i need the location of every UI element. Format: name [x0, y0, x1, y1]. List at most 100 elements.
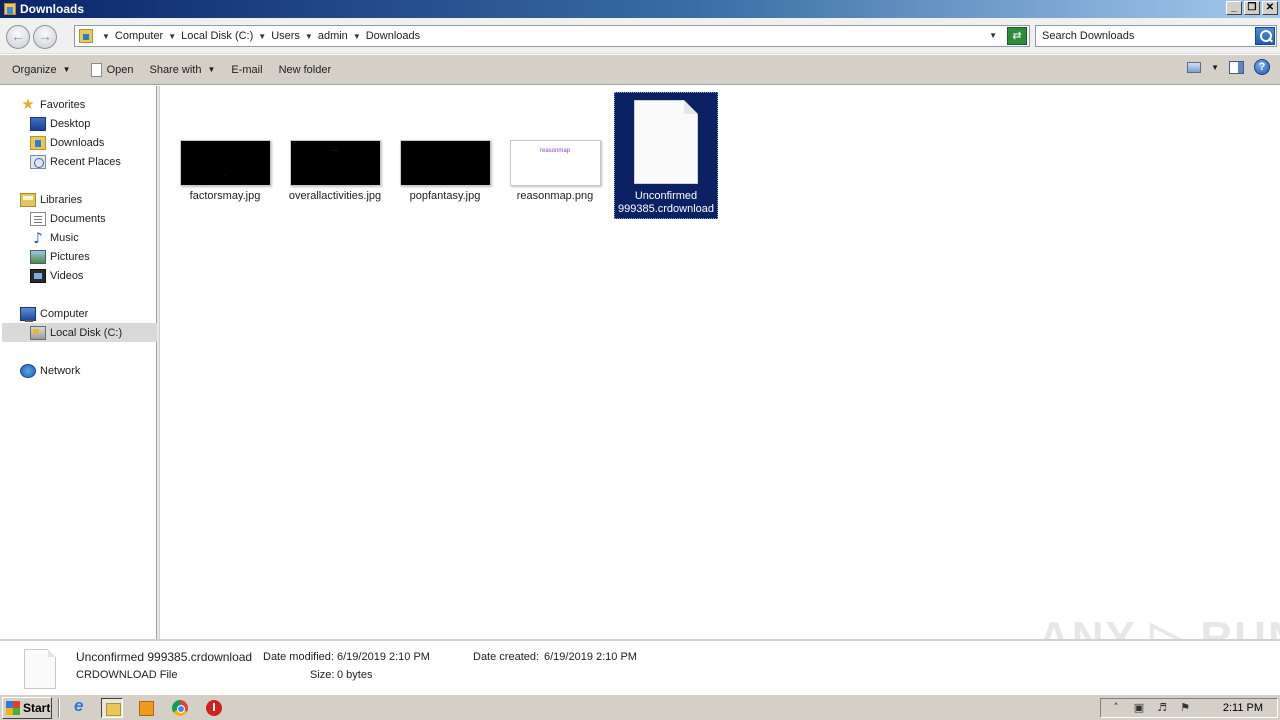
- start-label: Start: [23, 701, 51, 715]
- forward-button[interactable]: →: [33, 25, 57, 49]
- windows-logo-icon: [6, 701, 20, 715]
- close-button[interactable]: ✕: [1262, 1, 1278, 15]
- nav-videos[interactable]: Videos: [30, 266, 83, 285]
- nav-downloads[interactable]: Downloads: [30, 133, 104, 152]
- nav-label: Local Disk (C:): [50, 326, 123, 339]
- nav-label: Desktop: [50, 117, 91, 130]
- breadcrumb-users[interactable]: Users: [271, 30, 300, 42]
- network-tray-icon[interactable]: ▣: [1131, 701, 1147, 715]
- taskbar: Start ˄ ▣ ♬ ⚑ 2:11 PM: [0, 694, 1280, 720]
- pictures-icon: [30, 249, 46, 264]
- nav-pictures[interactable]: Pictures: [30, 247, 90, 266]
- chevron-down-icon[interactable]: ▼: [353, 32, 361, 41]
- nav-label: Music: [50, 231, 79, 244]
- back-button[interactable]: ←: [6, 25, 30, 49]
- date-modified-value: 6/19/2019 2:10 PM: [337, 651, 430, 663]
- desktop-icon: [30, 116, 46, 131]
- chrome-icon[interactable]: [169, 698, 191, 718]
- nav-desktop[interactable]: Desktop: [30, 114, 90, 133]
- nav-local-disk[interactable]: Local Disk (C:): [2, 323, 157, 342]
- file-item[interactable]: popfantasy.jpg: [393, 140, 497, 203]
- breadcrumb-admin[interactable]: admin: [318, 30, 348, 42]
- thumbnail-detail: ···: [332, 148, 338, 154]
- file-item[interactable]: ··· overallactivities.jpg: [283, 140, 387, 203]
- chevron-down-icon[interactable]: ▼: [305, 32, 313, 41]
- open-label: Open: [106, 63, 134, 76]
- action-center-flag-icon[interactable]: ⚑: [1177, 701, 1193, 715]
- file-item[interactable]: · factorsmay.jpg: [173, 140, 277, 203]
- media-player-icon[interactable]: [135, 698, 157, 718]
- search-input[interactable]: [1036, 27, 1251, 45]
- date-created-value: 6/19/2019 2:10 PM: [544, 651, 637, 663]
- chevron-down-icon[interactable]: ▼: [102, 32, 110, 41]
- search-box: [1035, 25, 1277, 47]
- folder-icon: [4, 3, 16, 15]
- chevron-down-icon[interactable]: ▼: [258, 32, 266, 41]
- nav-network[interactable]: Network: [20, 361, 80, 380]
- date-modified-label: Date modified:: [263, 651, 334, 663]
- ie-icon[interactable]: [70, 696, 92, 718]
- clock[interactable]: 2:11 PM: [1223, 702, 1263, 714]
- size-label: Size:: [310, 669, 335, 681]
- email-button[interactable]: E-mail: [225, 59, 268, 81]
- taskbar-separator: [58, 698, 60, 718]
- breadcrumb-computer[interactable]: Computer: [115, 30, 163, 42]
- toolbar-right: ▼ ?: [1187, 59, 1270, 75]
- image-thumbnail: ···: [289, 140, 381, 186]
- details-filename: Unconfirmed 999385.crdownload: [76, 650, 253, 664]
- help-icon[interactable]: ?: [1254, 59, 1270, 75]
- file-item-selected[interactable]: Unconfirmed 999385.crdownload: [614, 92, 718, 219]
- organize-label: Organize: [12, 63, 57, 76]
- share-with-label: Share with: [149, 63, 202, 76]
- size-value: 0 bytes: [337, 669, 373, 681]
- details-filetype: CRDOWNLOAD File: [76, 669, 178, 681]
- thumbnail-detail: ·: [224, 173, 226, 179]
- document-icon: [90, 62, 102, 77]
- system-tray: ˄ ▣ ♬ ⚑ 2:11 PM: [1100, 698, 1278, 718]
- chevron-down-icon: ▼: [62, 65, 71, 74]
- nav-label: Videos: [50, 269, 84, 282]
- breadcrumb-downloads[interactable]: Downloads: [366, 30, 420, 42]
- chevron-down-icon[interactable]: ▼: [1211, 63, 1219, 72]
- address-history-dropdown[interactable]: ▼: [989, 31, 997, 40]
- videos-icon: [30, 268, 46, 283]
- address-bar[interactable]: ▼ Computer ▼ Local Disk (C:) ▼ Users ▼ a…: [74, 25, 1030, 47]
- refresh-button[interactable]: ⇄: [1007, 27, 1027, 45]
- star-icon: ★: [21, 95, 35, 113]
- organize-button[interactable]: Organize ▼: [6, 59, 77, 81]
- computer-icon: [20, 306, 36, 322]
- new-folder-button[interactable]: New folder: [273, 59, 338, 81]
- nav-label: Network: [40, 364, 81, 377]
- share-with-button[interactable]: Share with ▼: [143, 59, 221, 81]
- file-name: Unconfirmed 999385.crdownload: [617, 190, 715, 215]
- recent-places-icon: [30, 154, 46, 169]
- nav-computer[interactable]: Computer: [20, 304, 88, 323]
- open-button[interactable]: Open: [85, 59, 140, 81]
- change-view-icon[interactable]: [1187, 61, 1202, 73]
- chevron-down-icon[interactable]: ▼: [168, 32, 176, 41]
- search-icon[interactable]: [1255, 27, 1275, 45]
- network-icon: [20, 363, 36, 378]
- nav-label: Documents: [50, 212, 106, 225]
- breadcrumb-local-disk[interactable]: Local Disk (C:): [181, 30, 253, 42]
- chevron-down-icon: ▼: [207, 65, 216, 74]
- nav-recent-places[interactable]: Recent Places: [30, 152, 121, 171]
- preview-pane-icon[interactable]: [1229, 60, 1244, 74]
- start-button[interactable]: Start: [2, 697, 52, 719]
- file-item[interactable]: reasonmap reasonmap.png: [503, 140, 607, 203]
- explorer-icon[interactable]: [101, 698, 123, 718]
- nav-music[interactable]: ♪ Music: [30, 228, 79, 247]
- date-created-label: Date created:: [473, 651, 540, 663]
- nav-documents[interactable]: Documents: [30, 209, 106, 228]
- volume-icon[interactable]: ♬: [1154, 701, 1170, 715]
- nav-label: Computer: [40, 307, 89, 320]
- minimize-button[interactable]: _: [1226, 1, 1242, 15]
- documents-icon: [30, 211, 46, 226]
- image-thumbnail: reasonmap: [509, 140, 601, 186]
- nav-libraries[interactable]: Libraries: [20, 190, 82, 209]
- navigation-pane: ★ Favorites Desktop Downloads Recent Pla…: [0, 86, 157, 639]
- maximize-button[interactable]: ❐: [1244, 1, 1260, 15]
- stop-icon[interactable]: [203, 698, 225, 718]
- show-hidden-icons-icon[interactable]: ˄: [1108, 701, 1124, 715]
- nav-favorites[interactable]: ★ Favorites: [20, 95, 85, 114]
